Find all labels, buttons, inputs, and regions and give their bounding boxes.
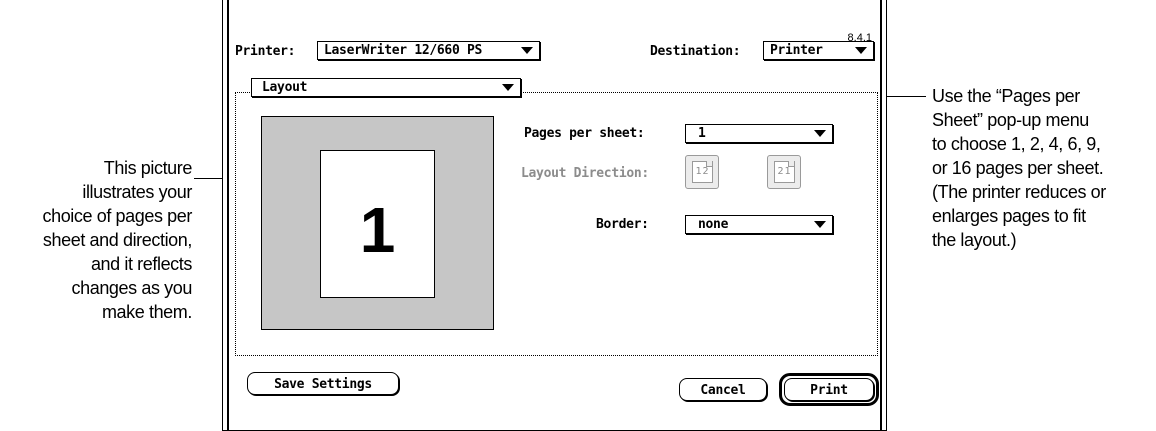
border-popup-value: none bbox=[698, 217, 729, 232]
left-annotation-line: changes as you bbox=[71, 278, 193, 298]
right-annotation: Use the “Pages per Sheet” pop-up menu to… bbox=[932, 84, 1154, 252]
chevron-down-icon bbox=[502, 84, 514, 91]
left-annotation-line: choice of pages per bbox=[42, 206, 192, 226]
printer-label: Printer: bbox=[235, 44, 296, 59]
save-settings-button[interactable]: Save Settings bbox=[247, 372, 399, 395]
printer-popup[interactable]: LaserWriter 12/660 PS bbox=[317, 41, 540, 60]
right-annotation-line: to choose 1, 2, 4, 6, 9, bbox=[932, 134, 1101, 154]
direction-right-to-left-button[interactable]: 21 bbox=[767, 155, 801, 189]
cancel-label: Cancel bbox=[700, 383, 746, 398]
print-label: Print bbox=[810, 383, 848, 398]
panel-popup[interactable]: Layout bbox=[251, 78, 521, 97]
cancel-button[interactable]: Cancel bbox=[679, 378, 767, 401]
left-annotation: This picture illustrates your choice of … bbox=[0, 156, 192, 324]
chevron-down-icon bbox=[855, 47, 867, 54]
destination-popup-value: Printer bbox=[770, 43, 823, 58]
right-annotation-line: the layout.) bbox=[932, 230, 1017, 250]
left-annotation-line: This picture bbox=[103, 158, 193, 178]
pages-per-sheet-label: Pages per sheet: bbox=[524, 126, 645, 141]
pages-per-sheet-value: 1 bbox=[698, 126, 706, 141]
right-annotation-line: enlarges pages to fit bbox=[932, 206, 1086, 226]
left-annotation-line: and it reflects bbox=[90, 254, 192, 274]
preview-page: 1 bbox=[320, 150, 435, 298]
border-popup[interactable]: none bbox=[685, 215, 833, 234]
right-annotation-line: Use the “Pages per bbox=[932, 86, 1080, 106]
panel-popup-value: Layout bbox=[262, 80, 308, 95]
chevron-down-icon bbox=[814, 221, 826, 228]
page-corner-icon bbox=[706, 161, 712, 167]
printer-popup-value: LaserWriter 12/660 PS bbox=[324, 43, 483, 58]
right-annotation-line: (The printer reduces or bbox=[932, 182, 1106, 202]
destination-label: Destination: bbox=[650, 44, 741, 59]
right-annotation-line: Sheet” pop-up menu bbox=[932, 110, 1089, 130]
left-annotation-line: make them. bbox=[101, 302, 192, 322]
border-label: Border: bbox=[596, 217, 649, 232]
layout-direction-label: Layout Direction: bbox=[521, 166, 649, 181]
chevron-down-icon bbox=[521, 47, 533, 54]
save-settings-label: Save Settings bbox=[274, 377, 372, 392]
left-annotation-line: sheet and direction, bbox=[42, 230, 193, 250]
preview-page-number: 1 bbox=[359, 194, 396, 266]
print-dialog: 8.4.1 Printer: LaserWriter 12/660 PS Des… bbox=[222, 0, 887, 431]
right-annotation-line: or 16 pages per sheet. bbox=[932, 158, 1104, 178]
pages-per-sheet-popup[interactable]: 1 bbox=[685, 124, 833, 143]
direction-left-to-right-button[interactable]: 12 bbox=[685, 155, 719, 189]
layout-preview: 1 bbox=[261, 116, 494, 330]
left-annotation-line: illustrates your bbox=[82, 182, 192, 202]
page-corner-icon bbox=[788, 161, 794, 167]
print-button[interactable]: Print bbox=[784, 378, 874, 401]
chevron-down-icon bbox=[814, 130, 826, 137]
destination-popup[interactable]: Printer bbox=[763, 41, 874, 60]
